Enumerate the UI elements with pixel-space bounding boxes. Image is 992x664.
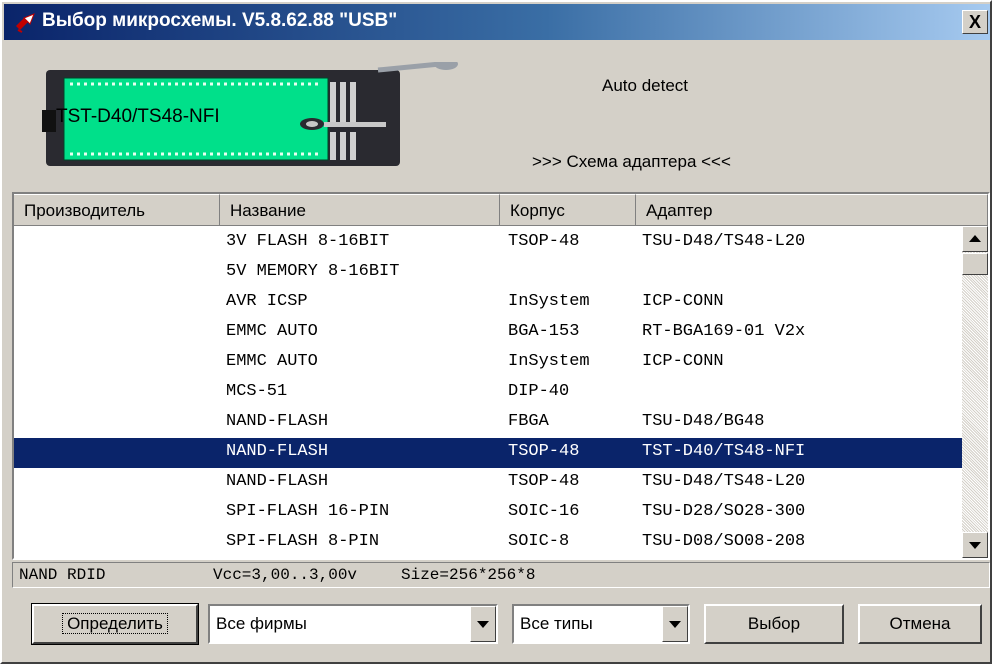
chip-select-dialog: Выбор микросхемы. V5.8.62.88 "USB" X TST… (0, 0, 992, 664)
chip-list[interactable]: Производитель Название Корпус Адаптер 3V… (12, 192, 990, 560)
type-filter-select[interactable]: Все типы (512, 604, 690, 644)
list-header: Производитель Название Корпус Адаптер (14, 194, 988, 226)
table-row[interactable]: SPI-FLASH 8-PIN SOIC-8 TSU-D08/SO08-208 (14, 528, 962, 558)
auto-detect-label: Auto detect (602, 76, 689, 95)
vendor-filter-value: Все фирмы (216, 614, 307, 633)
adapter-name-label: TST-D40/TS48-NFI (56, 106, 220, 127)
cell-adapter: TST-D40/TS48-NFI (642, 442, 806, 461)
status-bar: NAND RDID Vcc=3,00..3,00v Size=256*256*8 (12, 562, 990, 588)
table-row-selected[interactable]: NAND-FLASH TSOP-48 TST-D40/TS48-NFI (14, 438, 962, 468)
chevron-down-icon (969, 542, 981, 549)
column-header-adapter[interactable]: Адаптер (636, 194, 988, 226)
cell-adapter: TSU-D28/SO28-300 (642, 502, 806, 521)
adapter-schema-link[interactable]: >>> Схема адаптера <<< (532, 152, 731, 172)
table-row[interactable]: MCS-51 DIP-40 (14, 378, 962, 408)
cell-package: SOIC-8 (508, 532, 570, 551)
window-title: Выбор микросхемы. V5.8.62.88 "USB" (42, 10, 398, 31)
cell-adapter: TSU-D48/TS48-L20 (642, 472, 806, 491)
cell-package: TSOP-48 (508, 232, 580, 251)
cell-name: EMMC AUTO (226, 322, 318, 341)
app-icon (16, 13, 35, 33)
vendor-filter-select[interactable]: Все фирмы (208, 604, 498, 644)
status-mode: NAND RDID (19, 566, 106, 584)
cell-name: SPI-FLASH 16-PIN (226, 502, 390, 521)
cell-adapter: ICP-CONN (642, 352, 724, 371)
cell-package: TSOP-48 (508, 472, 580, 491)
cell-package: DIP-40 (508, 382, 570, 401)
cancel-button[interactable]: Отмена (858, 604, 982, 644)
cell-adapter: TSU-D48/TS48-L20 (642, 232, 806, 251)
table-row[interactable]: SPI-FLASH 16-PIN SOIC-16 TSU-D28/SO28-30… (14, 498, 962, 528)
title-bar[interactable]: Выбор микросхемы. V5.8.62.88 "USB" X (4, 4, 990, 40)
table-row[interactable]: 5V MEMORY 8-16BIT (14, 258, 962, 288)
detect-button[interactable]: Определить (31, 603, 199, 645)
cell-name: EMMC AUTO (226, 352, 318, 371)
cell-adapter: TSU-D48/BG48 (642, 412, 765, 431)
adapter-panel: TST-D40/TS48-NFI Auto detect >>> Схема а… (12, 48, 984, 182)
cell-name: SPI-FLASH 8-PIN (226, 532, 380, 551)
cell-name: 3V FLASH 8-16BIT (226, 232, 390, 251)
cell-name: MCS-51 (226, 382, 288, 401)
status-size: Size=256*256*8 (401, 566, 536, 584)
cell-package: BGA-153 (508, 322, 580, 341)
scrollbar-thumb[interactable] (962, 253, 988, 275)
cell-adapter: RT-BGA169-01 V2x (642, 322, 806, 341)
column-header-package[interactable]: Корпус (500, 194, 636, 226)
list-rows: 3V FLASH 8-16BIT TSOP-48 TSU-D48/TS48-L2… (14, 226, 962, 558)
detect-button-label: Определить (62, 613, 168, 634)
cell-name: AVR ICSP (226, 292, 308, 311)
chevron-down-icon (669, 621, 681, 628)
chevron-up-icon (969, 235, 981, 242)
chevron-down-icon (477, 621, 489, 628)
table-row[interactable]: EMMC AUTO InSystem ICP-CONN (14, 348, 962, 378)
column-header-manufacturer[interactable]: Производитель (14, 194, 220, 226)
table-row[interactable]: EMMC AUTO BGA-153 RT-BGA169-01 V2x (14, 318, 962, 348)
table-row[interactable]: NAND-FLASH TSOP-48 TSU-D48/TS48-L20 (14, 468, 962, 498)
vendor-filter-dropdown-button[interactable] (470, 606, 496, 642)
cell-name: 5V MEMORY 8-16BIT (226, 262, 400, 281)
scroll-up-button[interactable] (962, 226, 988, 252)
cell-name: NAND-FLASH (226, 412, 329, 431)
bottom-toolbar: Определить Все фирмы Все типы Выбор Отме… (12, 594, 990, 660)
table-row[interactable]: 3V FLASH 8-16BIT TSOP-48 TSU-D48/TS48-L2… (14, 228, 962, 258)
type-filter-value: Все типы (520, 614, 593, 633)
cell-package: InSystem (508, 292, 590, 311)
cell-name: NAND-FLASH (226, 472, 329, 491)
cell-name: NAND-FLASH (226, 442, 329, 461)
cell-package: TSOP-48 (508, 442, 580, 461)
table-row[interactable]: AVR ICSP InSystem ICP-CONN (14, 288, 962, 318)
vertical-scrollbar[interactable] (962, 226, 988, 558)
select-button[interactable]: Выбор (704, 604, 844, 644)
cell-package: InSystem (508, 352, 590, 371)
cell-package: FBGA (508, 412, 549, 431)
table-row[interactable]: NAND-FLASH FBGA TSU-D48/BG48 (14, 408, 962, 438)
cell-adapter: TSU-D08/SO08-208 (642, 532, 806, 551)
cell-adapter: ICP-CONN (642, 292, 724, 311)
status-vcc: Vcc=3,00..3,00v (213, 566, 358, 584)
type-filter-dropdown-button[interactable] (662, 606, 688, 642)
scroll-down-button[interactable] (962, 532, 988, 558)
column-header-name[interactable]: Название (220, 194, 500, 226)
close-button[interactable]: X (962, 10, 988, 34)
cell-package: SOIC-16 (508, 502, 580, 521)
